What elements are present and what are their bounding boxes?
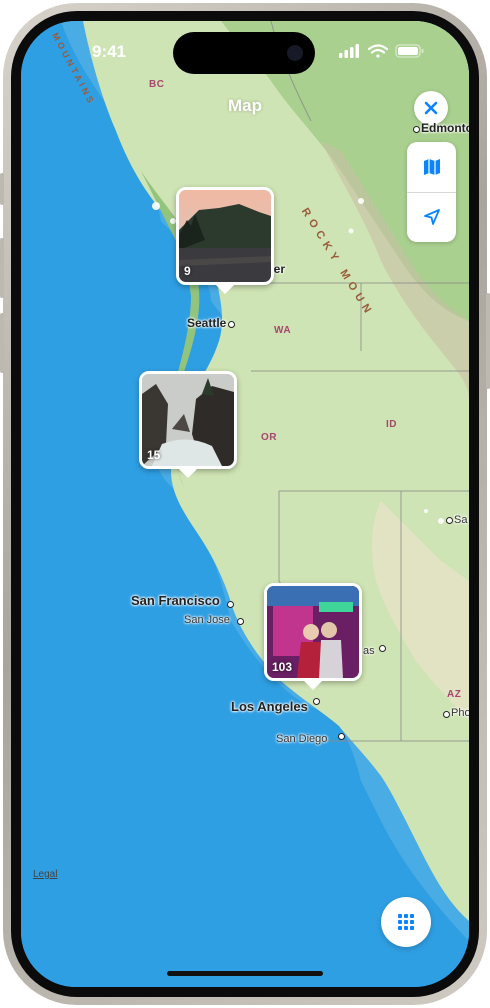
city-label-phoenix: Pho (451, 707, 469, 719)
status-time: 9:41 (91, 42, 127, 61)
status-icons (339, 43, 449, 64)
state-label-wa: WA (274, 325, 292, 336)
city-dot (313, 698, 320, 705)
grid-view-button[interactable] (381, 897, 431, 947)
city-dot (379, 645, 386, 652)
city-label-las-vegas: as (363, 645, 375, 657)
pin-pointer (216, 285, 234, 294)
city-dot (338, 733, 345, 740)
battery-icon (395, 44, 424, 58)
current-location-button[interactable] (407, 192, 456, 242)
pin-pointer (179, 469, 197, 478)
volume-up-button (0, 238, 4, 298)
city-dot (413, 126, 420, 133)
close-button[interactable] (414, 91, 448, 125)
city-label-san-jose: San Jose (184, 614, 230, 626)
screen: 9:41 Map BC WA OR ID AZ ROCKY MOUN MOUNT… (21, 21, 469, 987)
city-dot (446, 517, 453, 524)
home-indicator[interactable] (167, 971, 323, 976)
legal-link[interactable]: Legal (33, 869, 57, 880)
state-label-id: ID (386, 419, 397, 430)
wifi-icon (367, 44, 389, 58)
photo-pin[interactable]: 103 (264, 583, 362, 681)
city-label-salt-lake: Sa (454, 514, 468, 526)
cellular-signal-icon (339, 44, 359, 58)
map-view[interactable] (21, 21, 469, 987)
city-label-los-angeles: Los Angeles (231, 699, 308, 714)
photo-count: 15 (147, 448, 161, 462)
pin-pointer (304, 681, 322, 690)
location-arrow-icon (423, 209, 440, 225)
close-icon (424, 101, 438, 115)
photo-pin[interactable]: 15 (139, 371, 237, 469)
camera-icon (287, 45, 303, 61)
photo-pin[interactable]: 9 (176, 187, 274, 285)
city-dot (443, 711, 450, 718)
photo-thumbnail (179, 190, 271, 282)
state-label-or: OR (261, 432, 277, 443)
city-dot (227, 601, 234, 608)
map-controls (407, 142, 456, 242)
city-label-seattle: Seattle (187, 316, 227, 330)
side-button (486, 293, 490, 389)
city-label-san-diego: San Diego (276, 733, 328, 745)
photo-count: 103 (272, 660, 293, 674)
action-button (0, 173, 4, 205)
state-label-bc: BC (149, 79, 165, 90)
map-style-button[interactable] (407, 142, 456, 192)
dynamic-island (173, 32, 315, 74)
grid-icon (398, 914, 414, 930)
volume-down-button (0, 313, 4, 373)
photo-count: 9 (184, 264, 191, 278)
state-label-az: AZ (447, 689, 462, 700)
city-dot (228, 321, 235, 328)
map-icon (423, 159, 440, 175)
city-dot (237, 618, 244, 625)
city-label-edmonton: Edmonto (421, 121, 469, 135)
city-label-san-francisco: San Francisco (131, 593, 220, 608)
